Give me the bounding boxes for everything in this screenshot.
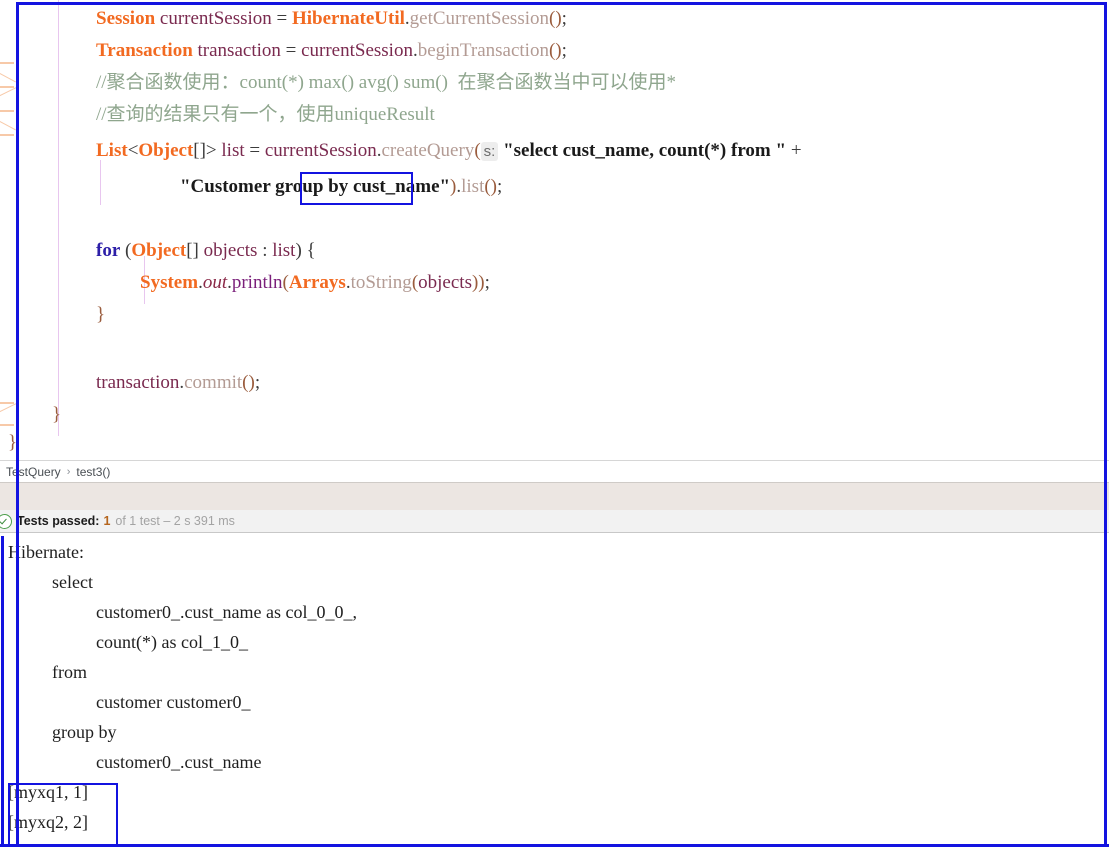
code-token: ; xyxy=(484,272,490,293)
tests-passed-label: Tests passed: xyxy=(17,514,100,528)
code-token: ; xyxy=(561,8,567,29)
console-line: from xyxy=(52,662,87,682)
code-token: Object xyxy=(131,240,187,261)
code-line[interactable]: } xyxy=(0,427,1109,459)
breadcrumb-class[interactable]: TestQuery xyxy=(6,465,61,479)
code-token: Transaction xyxy=(96,40,193,61)
tests-passed-detail: of 1 test – 2 s 391 ms xyxy=(115,514,235,528)
code-token: HibernateUtil xyxy=(291,8,405,29)
code-token: ( xyxy=(120,240,132,261)
code-token: "Customer group by cust_name" xyxy=(180,176,451,197)
code-token: out xyxy=(202,272,228,293)
code-token: list xyxy=(272,240,296,261)
code-token: System xyxy=(140,272,199,293)
code-token: ; xyxy=(561,40,567,61)
console-line: group by xyxy=(52,722,117,742)
code-token: println xyxy=(231,272,283,293)
code-token: [] xyxy=(186,240,204,261)
green-check-icon xyxy=(0,513,12,529)
console-line: customer customer0_ xyxy=(96,692,251,712)
run-toolbar-band[interactable] xyxy=(0,482,1109,512)
parameter-hint-badge: s: xyxy=(480,142,499,161)
code-token: Object xyxy=(138,140,194,161)
code-line[interactable]: Session currentSession = HibernateUtil.g… xyxy=(0,3,1109,35)
code-editor[interactable]: Session currentSession = HibernateUtil.g… xyxy=(0,0,1109,460)
code-token: Session xyxy=(96,8,156,29)
code-token: Arrays xyxy=(288,272,346,293)
code-token: //聚合函数使用：count(*) max() avg() sum() 在聚合函… xyxy=(96,72,676,93)
code-token: currentSession xyxy=(301,40,413,61)
ide-screenshot: Session currentSession = HibernateUtil.g… xyxy=(0,0,1109,847)
code-token: ) { xyxy=(295,240,316,261)
code-token: for xyxy=(96,240,121,261)
code-token: //查询的结果只有一个，使用uniqueResult xyxy=(96,104,435,125)
code-token: transaction xyxy=(96,372,180,393)
code-token: toString xyxy=(350,272,412,293)
code-token: + xyxy=(786,140,802,161)
console-line: [myxq2, 2] xyxy=(8,812,88,832)
code-token: = xyxy=(280,40,302,61)
code-token: = xyxy=(244,140,265,161)
code-token: createQuery xyxy=(381,140,475,161)
code-line[interactable]: Transaction transaction = currentSession… xyxy=(0,35,1109,67)
code-line[interactable]: for (Object[] objects : list) { xyxy=(0,235,1109,267)
code-token: () xyxy=(242,372,255,393)
code-token: } xyxy=(52,404,62,425)
code-token: < xyxy=(127,140,139,161)
code-token: commit xyxy=(184,372,243,393)
code-token: list xyxy=(461,176,485,197)
code-token: } xyxy=(8,432,18,453)
code-token: ; xyxy=(254,372,261,393)
code-token: objects xyxy=(418,272,472,293)
tests-passed-count: 1 xyxy=(103,514,111,528)
console-line: select xyxy=(52,572,93,592)
code-token: objects xyxy=(203,240,258,261)
code-token: : xyxy=(257,240,273,261)
code-line[interactable]: } xyxy=(0,299,1109,331)
chevron-right-icon: › xyxy=(66,465,71,478)
code-token: )) xyxy=(471,272,485,293)
code-line[interactable]: //聚合函数使用：count(*) max() avg() sum() 在聚合函… xyxy=(0,67,1109,99)
console-line: count(*) as col_1_0_ xyxy=(96,632,248,652)
breadcrumb-method[interactable]: test3() xyxy=(76,465,110,479)
code-line[interactable]: List<Object[]> list = currentSession.cre… xyxy=(0,135,1109,167)
console-line: [myxq1, 1] xyxy=(8,782,88,802)
code-line[interactable]: System.out.println(Arrays.toString(objec… xyxy=(0,267,1109,299)
code-line[interactable]: "Customer group by cust_name").list(); xyxy=(0,171,1109,203)
code-line[interactable]: //查询的结果只有一个，使用uniqueResult xyxy=(0,99,1109,131)
code-token: ( xyxy=(474,140,481,161)
code-line[interactable]: transaction.commit(); xyxy=(0,367,1109,399)
console-line: Hibernate: xyxy=(8,542,89,562)
code-token: ; xyxy=(497,176,503,197)
breadcrumb[interactable]: TestQuery › test3() xyxy=(0,460,1109,482)
console-line: customer0_.cust_name as col_0_0_, xyxy=(96,602,357,622)
code-token: "select cust_name, count(*) from " xyxy=(503,140,787,161)
code-token: list xyxy=(221,140,245,161)
code-token: []> xyxy=(193,140,217,161)
code-token: List xyxy=(96,140,128,161)
code-token: = xyxy=(271,8,292,29)
code-token: } xyxy=(96,304,106,325)
console-output[interactable]: Hibernate: select customer0_.cust_name as… xyxy=(0,533,1109,847)
code-token: () xyxy=(548,40,562,61)
code-token: () xyxy=(484,176,498,197)
code-token: getCurrentSession xyxy=(409,8,549,29)
console-line: customer0_.cust_name xyxy=(96,752,262,772)
code-token: currentSession xyxy=(159,8,272,29)
code-token: transaction xyxy=(197,40,281,61)
code-token: beginTransaction xyxy=(417,40,549,61)
code-token: () xyxy=(549,8,562,29)
test-status-bar: Tests passed: 1 of 1 test – 2 s 391 ms xyxy=(0,510,1109,533)
code-token: currentSession xyxy=(264,140,377,161)
